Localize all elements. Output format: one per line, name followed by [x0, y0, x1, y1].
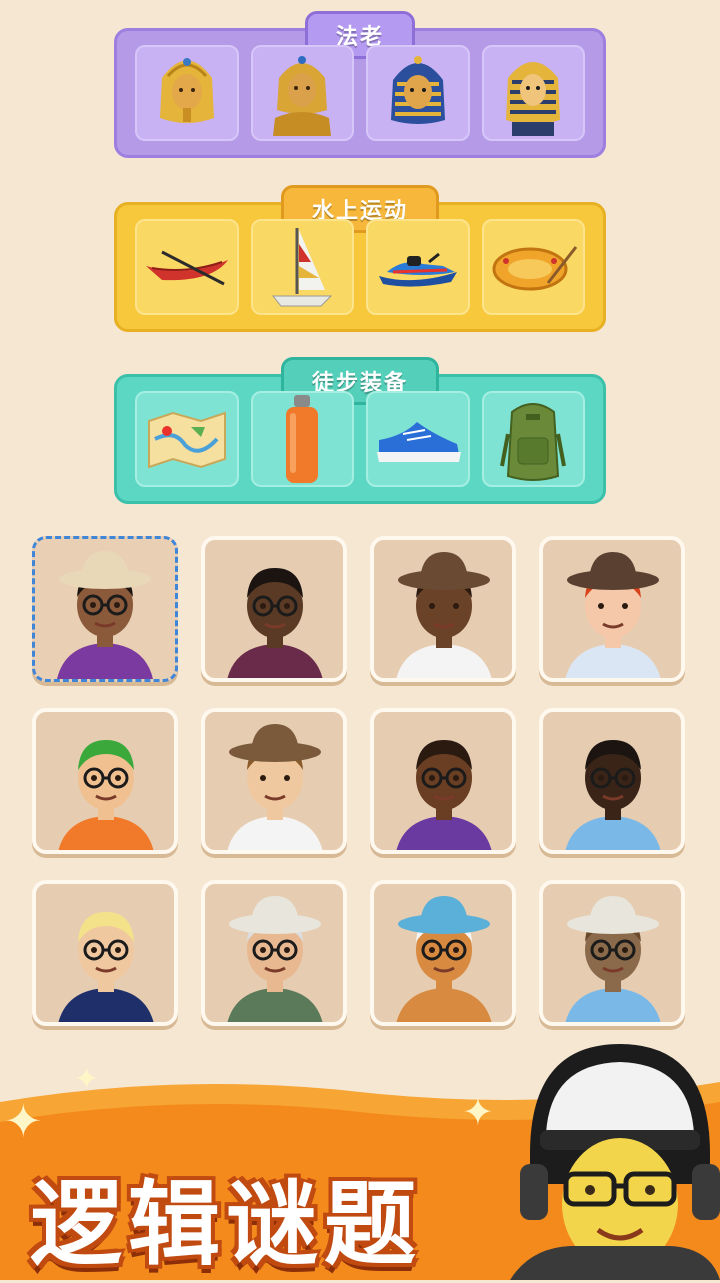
slot-pharaoh-1[interactable] — [135, 45, 239, 141]
sailboat-icon — [272, 228, 333, 307]
jetski-icon — [378, 252, 457, 287]
character-card[interactable] — [539, 536, 685, 682]
pharaoh-bust-icon — [273, 56, 332, 136]
sneaker-icon — [376, 422, 461, 462]
canoe-icon — [145, 250, 228, 286]
pharaoh-mask-icon — [506, 62, 561, 136]
hat-seal-avatar — [565, 896, 661, 1022]
banner-title: 逻辑谜题 — [30, 1171, 423, 1278]
map-icon — [147, 411, 226, 469]
raft-icon — [492, 246, 578, 291]
hat-cat-avatar — [396, 896, 492, 1022]
slot-hiking-4[interactable] — [481, 391, 585, 487]
green-hair-basketball-avatar — [58, 740, 154, 850]
slot-hiking-1[interactable] — [135, 391, 239, 487]
character-card[interactable] — [370, 536, 516, 682]
character-card[interactable] — [539, 708, 685, 854]
character-card[interactable] — [370, 708, 516, 854]
fedora-man-avatar — [396, 552, 492, 678]
character-card[interactable] — [370, 880, 516, 1026]
slot-pharaoh-3[interactable] — [366, 45, 470, 141]
category-pharaoh[interactable]: 法老 — [114, 11, 606, 158]
sunglasses-man-avatar — [565, 740, 661, 850]
slot-water-3[interactable] — [366, 219, 470, 315]
sparkle-icon: ✦ — [4, 1094, 43, 1148]
character-card[interactable] — [32, 880, 178, 1026]
braided-woman-avatar — [396, 740, 492, 850]
slot-hiking-3[interactable] — [366, 391, 470, 487]
character-card[interactable] — [201, 536, 347, 682]
sparkle-icon: ✦ — [462, 1090, 494, 1134]
helmet-mascot-avatar — [510, 1044, 720, 1280]
slot-water-2[interactable] — [250, 219, 354, 315]
character-card[interactable] — [539, 880, 685, 1026]
character-card[interactable] — [32, 708, 178, 854]
red-braids-girl-avatar — [565, 552, 661, 678]
backpack-icon — [500, 403, 567, 481]
slot-pharaoh-2[interactable] — [250, 45, 354, 141]
pharaoh-gold-icon — [159, 58, 214, 123]
slot-water-4[interactable] — [481, 219, 585, 315]
category-hiking-gear[interactable]: 徒步装备 — [114, 357, 606, 504]
character-card[interactable] — [201, 708, 347, 854]
water-bottle-icon — [286, 395, 319, 483]
category-water-sports[interactable]: 水上运动 — [114, 185, 606, 332]
slot-hiking-2[interactable] — [250, 391, 354, 487]
pharaoh-striped-icon — [390, 56, 445, 124]
sparkle-icon: ✦ — [74, 1062, 100, 1097]
character-card[interactable] — [32, 536, 178, 682]
blonde-player-avatar — [58, 912, 154, 1022]
character-card[interactable] — [201, 880, 347, 1026]
hat-old-man-avatar — [227, 896, 323, 1022]
slot-pharaoh-4[interactable] — [481, 45, 585, 141]
wizard-hat-woman-avatar — [57, 551, 153, 679]
slot-water-1[interactable] — [135, 219, 239, 315]
hat-woman-avatar — [227, 724, 323, 850]
bearded-man-avatar — [227, 568, 323, 678]
